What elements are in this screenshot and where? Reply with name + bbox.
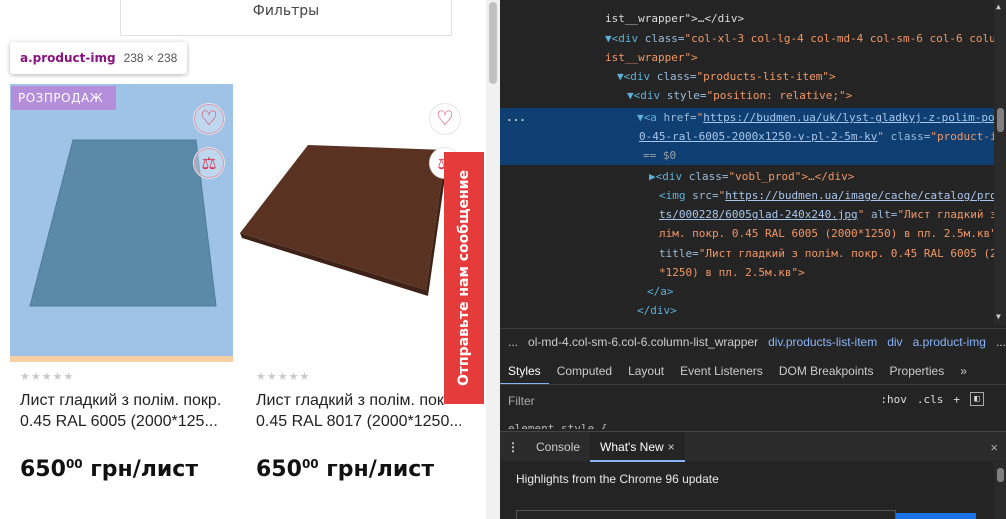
breadcrumb-item[interactable]: ... [996, 335, 1006, 349]
tree-line[interactable]: ist__wrapper"> [500, 48, 994, 67]
tooltip-selector: a.product-img [20, 51, 116, 65]
price-unit: грн/лист [82, 457, 199, 482]
product-name-2-line1[interactable]: Лист гладкий з полім. покр. [256, 390, 444, 411]
breadcrumb-item[interactable]: div.products-list-item [768, 335, 877, 349]
close-drawer-icon[interactable]: × [990, 440, 998, 455]
element-style-rule: element.style { [508, 422, 608, 429]
tree-line[interactable]: ▼<div class="products-list-item"> [500, 67, 994, 86]
page-scrollbar[interactable] [486, 0, 500, 519]
tab-styles[interactable]: Styles [500, 357, 549, 384]
tree-line[interactable]: *1250) в пл. 2.5м.кв"> [500, 263, 994, 282]
whats-new-link-button[interactable] [896, 513, 976, 519]
breadcrumb-item[interactable]: ... [508, 335, 518, 349]
breadcrumb-item[interactable]: a.product-img [913, 335, 986, 349]
tree-line[interactable]: title="Лист гладкий з полім. покр. 0.45 … [500, 244, 994, 263]
styles-filter-input[interactable]: Filter [508, 394, 535, 408]
drawer-menu-icon[interactable]: ⋮ [500, 440, 526, 454]
wishlist-button-1[interactable]: ♡ [194, 104, 224, 134]
page-scrollbar-thumb[interactable] [489, 2, 497, 84]
elements-scrollbar[interactable]: ▲ ▼ [994, 0, 1006, 325]
tab-layout[interactable]: Layout [620, 357, 672, 384]
filters-button[interactable]: Фильтры [120, 0, 452, 36]
cls-toggle[interactable]: .cls [917, 393, 944, 406]
tab-whats-new-label: What's New [600, 439, 664, 454]
inspect-tooltip: a.product-img 238 × 238 [10, 42, 188, 74]
breadcrumb-item[interactable]: div [887, 335, 902, 349]
dom-breadcrumb: ... ol-md-4.col-sm-6.col-6.column-list_w… [500, 328, 1006, 354]
sidebar-tabs: Styles Computed Layout Event Listeners D… [500, 357, 1006, 385]
send-message-tab[interactable]: Отправьте нам сообщение [444, 152, 484, 404]
more-tabs-icon[interactable]: » [952, 357, 975, 384]
computed-sidebar-icon[interactable]: ◧ [970, 392, 984, 406]
product-name-2-line2[interactable]: 0.45 RAL 8017 (2000*1250... [256, 411, 461, 432]
tab-whats-new[interactable]: What's New × [590, 431, 685, 462]
price-decimals: 00 [65, 457, 83, 471]
hov-toggle[interactable]: :hov [880, 393, 907, 406]
product-page: Фильтры a.product-img 238 × 238 РОЗПРОДА… [0, 0, 486, 519]
heart-icon: ♡ [200, 108, 218, 130]
more-options-dots[interactable]: ... [506, 111, 526, 124]
styles-filter-row: Filter :hov .cls + ◧ [500, 388, 1006, 414]
price-unit: грн/лист [318, 457, 435, 482]
tooltip-size: 238 × 238 [123, 51, 178, 65]
tree-line-selected[interactable]: == $0 [500, 146, 994, 165]
rating-stars-2: ★★★★★ [256, 371, 311, 383]
heart-icon: ♡ [436, 108, 454, 130]
tree-line[interactable]: <img src="https://budmen.ua/image/cache/… [500, 186, 994, 205]
tree-line[interactable]: </a> [500, 282, 994, 301]
price-integer: 650 [256, 457, 302, 482]
tree-line[interactable]: </div> [500, 301, 994, 320]
drawer-scrollbar[interactable] [994, 462, 1006, 519]
whats-new-card[interactable] [516, 510, 896, 519]
close-tab-icon[interactable]: × [668, 440, 675, 454]
sale-badge: РОЗПРОДАЖ [11, 86, 116, 110]
price-integer: 650 [20, 457, 66, 482]
tree-line[interactable]: ▶<div class="vobl_prod">…</div> [500, 167, 994, 186]
elements-scrollbar-thumb[interactable] [997, 108, 1004, 132]
product-name-1-line1[interactable]: Лист гладкий з полім. покр. [20, 390, 240, 411]
breadcrumb-item[interactable]: ol-md-4.col-sm-6.col-6.column-list_wrapp… [528, 335, 758, 349]
tab-computed[interactable]: Computed [549, 357, 620, 384]
scroll-up-icon[interactable]: ▲ [996, 2, 1001, 11]
whats-new-panel: Highlights from the Chrome 96 update [500, 462, 1006, 519]
tree-line[interactable]: лім. покр. 0.45 RAL 6005 (2000*1250) в п… [500, 224, 994, 243]
tab-dom-breakpoints[interactable]: DOM Breakpoints [771, 357, 882, 384]
send-message-label: Отправьте нам сообщение [456, 169, 472, 387]
tree-line[interactable]: ▼<div class="col-xl-3 col-lg-4 col-md-4 … [500, 29, 994, 48]
devtools-panel: ist__wrapper">…</div> ▼<div class="col-x… [500, 0, 1006, 519]
product-name-1-line2[interactable]: 0.45 RAL 6005 (2000*125... [20, 411, 240, 432]
compare-button-1[interactable]: ⚖ [194, 148, 224, 178]
tree-line[interactable]: ist__wrapper">…</div> [500, 9, 994, 28]
tab-event-listeners[interactable]: Event Listeners [672, 357, 771, 384]
drawer-scrollbar-thumb[interactable] [997, 468, 1004, 482]
product-image-2[interactable] [240, 140, 450, 300]
product-price-2: 65000 грн/лист [256, 457, 434, 482]
compare-scale-icon: ⚖ [201, 153, 217, 173]
whats-new-heading: Highlights from the Chrome 96 update [516, 472, 719, 486]
product-price-1: 65000 грн/лист [20, 457, 198, 482]
elements-tree: ist__wrapper">…</div> ▼<div class="col-x… [500, 0, 1006, 325]
tree-line[interactable]: ▼<div style="position: relative;"> [500, 86, 994, 105]
tab-properties[interactable]: Properties [882, 357, 953, 384]
tree-line[interactable]: ts/000228/6005glad-240x240.jpg" alt="Лис… [500, 205, 994, 224]
rating-stars-1: ★★★★★ [20, 371, 75, 383]
tree-line-selected[interactable]: ▼<a href="https://budmen.ua/uk/lyst-glad… [500, 108, 994, 127]
scroll-down-icon[interactable]: ▼ [996, 312, 1001, 321]
tab-console[interactable]: Console [526, 432, 590, 462]
wishlist-button-2[interactable]: ♡ [430, 104, 460, 134]
drawer-tabbar: ⋮ Console What's New × × [500, 431, 1006, 462]
price-decimals: 00 [301, 457, 319, 471]
new-rule-button[interactable]: + [953, 393, 960, 406]
tree-line-selected[interactable]: 0-45-ral-6005-2000x1250-v-pl-2-5m-kv" cl… [500, 127, 994, 146]
